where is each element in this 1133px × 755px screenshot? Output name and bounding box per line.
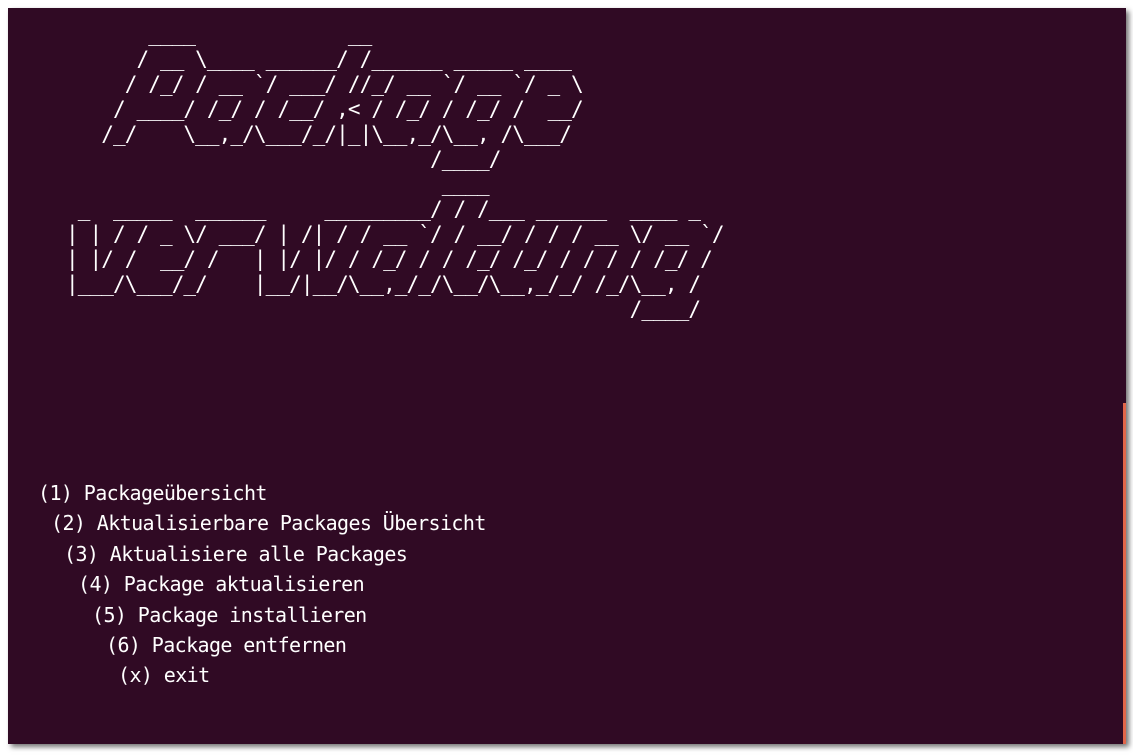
banner-line: ____ __ — [66, 22, 372, 46]
menu-item-remove-package: (6) Package entfernen — [106, 633, 347, 658]
banner-line: |___/\___/_/ |__/|__/\__,_/_/\__/\__,_/_… — [66, 272, 701, 296]
banner-line: | | / / _ \/ ___/ | /| / / __ `/ / __/ /… — [66, 222, 725, 246]
banner-line: /_/ \__,_/\___/_/|_|\__,_/\__, /\___/ — [66, 122, 572, 146]
banner-line: | |/ / __/ / | |/ |/ / /_/ / / /_/ /_/ /… — [66, 247, 713, 271]
scrollbar-thumb[interactable] — [1123, 403, 1126, 744]
banner-line: /____/ — [66, 297, 701, 321]
menu-item-package-overview: (1) Packageübersicht — [38, 481, 267, 505]
menu-item-update-all: (3) Aktualisiere alle Packages — [64, 541, 408, 566]
banner-line: / __ \____ ______/ /______ _____ ____ — [66, 47, 571, 71]
menu-item-install-package: (5) Package installieren — [92, 602, 367, 627]
banner-line: / ____/ /_/ / /__/ ,< / /_/ / /_/ / __/ — [66, 97, 584, 121]
banner-line: /____/ — [66, 147, 501, 171]
menu-item-updatable-overview: (2) Aktualisierbare Packages Übersicht — [51, 511, 486, 536]
menu-list: (1) Packageübersicht (2) Aktualisierbare… — [38, 478, 486, 691]
ascii-art-banner: ____ __ / __ \____ ______/ /______ _____… — [66, 22, 725, 322]
banner-line: _ _____ ______ _________/ / /___ ______ … — [66, 197, 701, 221]
window-frame: ____ __ / __ \____ ______/ /______ _____… — [0, 0, 1133, 755]
terminal-window[interactable]: ____ __ / __ \____ ______/ /______ _____… — [8, 8, 1126, 744]
menu-item-update-package: (4) Package aktualisieren — [78, 572, 365, 597]
menu-item-exit: (x) exit — [118, 663, 210, 688]
banner-line: / /_/ / __ `/ ___/ //_/ __ `/ __ `/ _ \ — [66, 72, 584, 96]
scrollbar-track[interactable] — [1122, 8, 1126, 744]
banner-line: ____ — [66, 172, 490, 196]
